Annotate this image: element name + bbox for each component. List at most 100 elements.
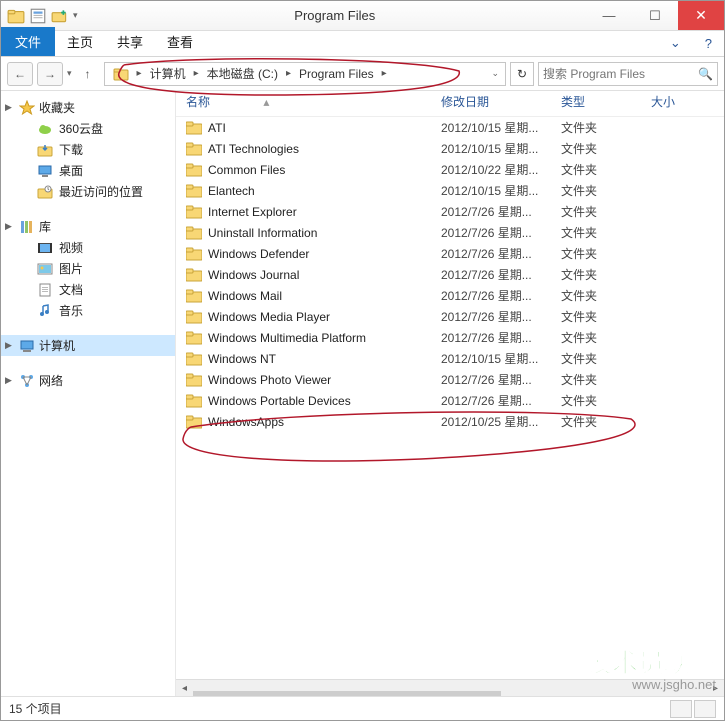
- tab-share[interactable]: 共享: [105, 27, 155, 56]
- view-details[interactable]: [670, 700, 692, 718]
- navigation-pane: ▶ 收藏夹 360云盘 下载 桌面 最近访问的位置: [1, 91, 176, 696]
- sidebar-item-label: 文档: [59, 281, 83, 298]
- twisty-icon[interactable]: ▶: [5, 221, 12, 232]
- file-type: 文件夹: [561, 245, 651, 262]
- file-type: 文件夹: [561, 413, 651, 430]
- address-bar[interactable]: ▸ 计算机 ▸ 本地磁盘 (C:) ▸ Program Files ▸ ⌄: [104, 62, 506, 86]
- breadcrumb-sep[interactable]: ▸: [135, 68, 144, 79]
- maximize-button[interactable]: ☐: [632, 1, 678, 30]
- folder-row[interactable]: ATI Technologies2012/10/15 星期...文件夹: [176, 138, 724, 159]
- sidebar-label: 收藏夹: [39, 99, 75, 116]
- music-icon: [37, 303, 53, 319]
- item-count: 15 个项目: [9, 700, 62, 717]
- folder-icon: [186, 267, 202, 283]
- search-input[interactable]: [543, 67, 698, 81]
- sidebar-item-music[interactable]: 音乐: [1, 300, 175, 321]
- sidebar-item-360cloud[interactable]: 360云盘: [1, 118, 175, 139]
- up-button[interactable]: ↑: [76, 62, 100, 86]
- breadcrumb-sep[interactable]: ▸: [284, 68, 293, 79]
- qat-dropdown[interactable]: ▾: [73, 10, 78, 21]
- forward-button[interactable]: →: [37, 62, 63, 86]
- folder-row[interactable]: Windows Journal2012/7/26 星期...文件夹: [176, 264, 724, 285]
- breadcrumb-computer[interactable]: 计算机: [144, 63, 192, 85]
- folder-row[interactable]: Windows Photo Viewer2012/7/26 星期...文件夹: [176, 369, 724, 390]
- sidebar-item-label: 音乐: [59, 302, 83, 319]
- sidebar-computer[interactable]: ▶ 计算机: [1, 335, 175, 356]
- folder-row[interactable]: Uninstall Information2012/7/26 星期...文件夹: [176, 222, 724, 243]
- search-box[interactable]: 🔍: [538, 62, 718, 86]
- file-date: 2012/7/26 星期...: [441, 266, 561, 283]
- folder-row[interactable]: Internet Explorer2012/7/26 星期...文件夹: [176, 201, 724, 222]
- close-button[interactable]: ✕: [678, 1, 724, 30]
- file-date: 2012/7/26 星期...: [441, 224, 561, 241]
- file-type: 文件夹: [561, 203, 651, 220]
- computer-icon: [19, 338, 35, 354]
- sidebar-item-downloads[interactable]: 下载: [1, 139, 175, 160]
- folder-icon: [186, 141, 202, 157]
- breadcrumb-sep[interactable]: ▸: [192, 68, 201, 79]
- history-dropdown[interactable]: ▾: [67, 68, 72, 79]
- twisty-icon[interactable]: ▶: [5, 102, 12, 113]
- sidebar-favorites[interactable]: ▶ 收藏夹: [1, 97, 175, 118]
- window-title: Program Files: [84, 8, 586, 23]
- twisty-icon[interactable]: ▶: [5, 375, 12, 386]
- sidebar-item-documents[interactable]: 文档: [1, 279, 175, 300]
- column-size[interactable]: 大小: [651, 93, 724, 110]
- sidebar-libraries[interactable]: ▶ 库: [1, 216, 175, 237]
- folder-icon: [186, 183, 202, 199]
- column-type[interactable]: 类型: [561, 93, 651, 110]
- sidebar-item-label: 最近访问的位置: [59, 183, 143, 200]
- breadcrumb-root-icon[interactable]: [107, 63, 135, 85]
- folder-icon: [186, 351, 202, 367]
- ribbon-expand[interactable]: ⌄: [658, 30, 693, 56]
- file-date: 2012/7/26 星期...: [441, 329, 561, 346]
- breadcrumb-sep[interactable]: ▸: [380, 68, 389, 79]
- refresh-button[interactable]: ↻: [510, 62, 534, 86]
- new-folder-icon[interactable]: [51, 7, 69, 25]
- scroll-thumb[interactable]: [193, 691, 501, 696]
- folder-row[interactable]: Windows Defender2012/7/26 星期...文件夹: [176, 243, 724, 264]
- sidebar-item-desktop[interactable]: 桌面: [1, 160, 175, 181]
- file-date: 2012/10/25 星期...: [441, 413, 561, 430]
- back-button[interactable]: ←: [7, 62, 33, 86]
- file-name: Internet Explorer: [208, 205, 297, 219]
- folder-row[interactable]: Windows Media Player2012/7/26 星期...文件夹: [176, 306, 724, 327]
- folder-row[interactable]: ATI2012/10/15 星期...文件夹: [176, 117, 724, 138]
- tab-view[interactable]: 查看: [155, 27, 205, 56]
- folder-row[interactable]: Common Files2012/10/22 星期...文件夹: [176, 159, 724, 180]
- breadcrumb-folder[interactable]: Program Files: [293, 63, 380, 85]
- column-date[interactable]: 修改日期: [441, 93, 561, 110]
- folder-row[interactable]: Windows Portable Devices2012/7/26 星期...文…: [176, 390, 724, 411]
- scroll-left[interactable]: ◂: [176, 680, 193, 697]
- navigation-bar: ← → ▾ ↑ ▸ 计算机 ▸ 本地磁盘 (C:) ▸ Program File…: [1, 57, 724, 91]
- twisty-icon[interactable]: ▶: [5, 340, 12, 351]
- status-bar: 15 个项目: [1, 696, 724, 720]
- watermark-title: 技术员联盟: [586, 649, 716, 678]
- file-name: Windows Photo Viewer: [208, 373, 331, 387]
- search-icon[interactable]: 🔍: [698, 67, 713, 81]
- ribbon-tabs: 文件 主页 共享 查看 ⌄ ?: [1, 31, 724, 57]
- main-area: ▶ 收藏夹 360云盘 下载 桌面 最近访问的位置: [1, 91, 724, 696]
- file-name: Elantech: [208, 184, 255, 198]
- view-icons[interactable]: [694, 700, 716, 718]
- breadcrumb-drive[interactable]: 本地磁盘 (C:): [201, 63, 284, 85]
- watermark-url: www.jsgho.net: [586, 678, 716, 692]
- folder-row[interactable]: WindowsApps2012/10/25 星期...文件夹: [176, 411, 724, 432]
- folder-row[interactable]: Windows Multimedia Platform2012/7/26 星期.…: [176, 327, 724, 348]
- help-icon[interactable]: ?: [693, 31, 724, 56]
- sidebar-item-recent[interactable]: 最近访问的位置: [1, 181, 175, 202]
- address-dropdown[interactable]: ⌄: [487, 68, 503, 79]
- sidebar-item-label: 视频: [59, 239, 83, 256]
- folder-row[interactable]: Windows Mail2012/7/26 星期...文件夹: [176, 285, 724, 306]
- tab-home[interactable]: 主页: [55, 27, 105, 56]
- minimize-button[interactable]: —: [586, 1, 632, 30]
- column-name[interactable]: 名称 ▴: [186, 93, 441, 110]
- folder-row[interactable]: Elantech2012/10/15 星期...文件夹: [176, 180, 724, 201]
- file-name: Windows Defender: [208, 247, 309, 261]
- sidebar-item-videos[interactable]: 视频: [1, 237, 175, 258]
- properties-icon[interactable]: [29, 7, 47, 25]
- sidebar-item-pictures[interactable]: 图片: [1, 258, 175, 279]
- folder-row[interactable]: Windows NT2012/10/15 星期...文件夹: [176, 348, 724, 369]
- sidebar-network[interactable]: ▶ 网络: [1, 370, 175, 391]
- file-tab[interactable]: 文件: [1, 27, 55, 56]
